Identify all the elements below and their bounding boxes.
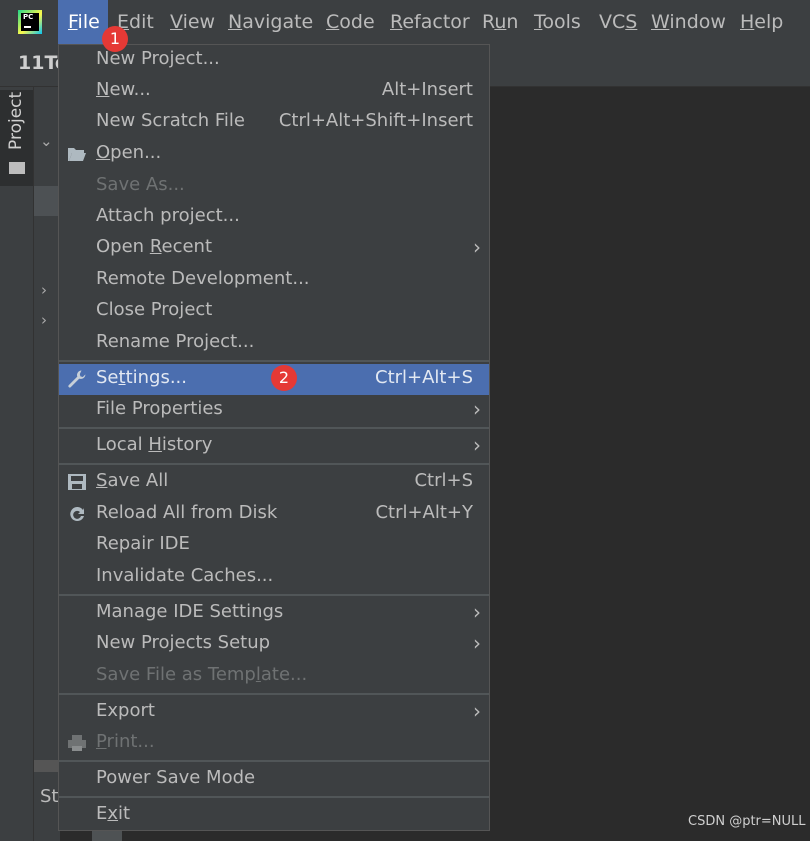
menu-item-local-history[interactable]: Local History › xyxy=(59,431,489,462)
menu-vcs[interactable]: VCS xyxy=(599,0,637,44)
menu-item-rename-project[interactable]: Rename Project... xyxy=(59,328,489,359)
pycharm-logo-icon: PC xyxy=(18,10,42,34)
printer-icon xyxy=(68,735,86,751)
chevron-right-icon: › xyxy=(473,433,481,457)
chevron-right-icon: › xyxy=(473,631,481,655)
menu-separator xyxy=(59,693,489,695)
left-tool-window-strip xyxy=(0,87,34,841)
selected-tree-row[interactable] xyxy=(34,186,60,216)
menu-separator xyxy=(59,760,489,762)
menu-item-new-scratch-file[interactable]: New Scratch File Ctrl+Alt+Shift+Insert xyxy=(59,107,489,138)
shortcut-label: Ctrl+S xyxy=(414,470,473,491)
menu-item-new[interactable]: New... Alt+Insert xyxy=(59,76,489,107)
menu-item-manage-ide-settings[interactable]: Manage IDE Settings › xyxy=(59,598,489,629)
menu-item-repair-ide[interactable]: Repair IDE xyxy=(59,530,489,561)
logo-text: PC xyxy=(23,13,34,21)
horizontal-scrollbar[interactable] xyxy=(34,760,60,772)
menu-item-new-projects-setup[interactable]: New Projects Setup › xyxy=(59,629,489,660)
menu-run[interactable]: Run xyxy=(482,0,518,44)
menu-item-export[interactable]: Export › xyxy=(59,697,489,728)
chevron-right-icon[interactable]: › xyxy=(41,311,47,329)
chevron-right-icon: › xyxy=(473,397,481,421)
menu-tools[interactable]: Tools xyxy=(534,0,581,44)
menu-item-file-properties[interactable]: File Properties › xyxy=(59,395,489,426)
menu-item-save-all[interactable]: Save All Ctrl+S xyxy=(59,467,489,498)
chevron-right-icon[interactable]: › xyxy=(41,281,47,299)
menu-item-new-project[interactable]: New Project... xyxy=(59,45,489,76)
menu-navigate[interactable]: Navigate xyxy=(228,0,313,44)
step-badge-2: 2 xyxy=(271,365,297,391)
menu-separator xyxy=(59,360,489,362)
editor-area[interactable] xyxy=(491,87,810,841)
watermark: CSDN @ptr=NULL xyxy=(688,814,806,829)
structure-panel-label: St xyxy=(40,786,59,807)
menu-file[interactable]: File xyxy=(58,0,108,44)
menu-separator xyxy=(59,796,489,798)
menu-code[interactable]: Code xyxy=(326,0,375,44)
step-badge-1: 1 xyxy=(102,26,128,52)
shortcut-label: Alt+Insert xyxy=(381,79,473,100)
menu-separator xyxy=(59,463,489,465)
shortcut-label: Ctrl+Alt+Shift+Insert xyxy=(278,110,473,131)
chevron-down-icon[interactable]: ⌄ xyxy=(40,132,53,150)
chevron-right-icon: › xyxy=(473,699,481,723)
wrench-icon xyxy=(68,370,86,388)
menu-item-remote-development[interactable]: Remote Development... xyxy=(59,265,489,296)
refresh-icon xyxy=(70,507,84,522)
chevron-right-icon: › xyxy=(473,235,481,259)
menu-item-open-recent[interactable]: Open Recent › xyxy=(59,233,489,264)
save-icon xyxy=(68,474,86,490)
folder-open-icon xyxy=(68,148,86,161)
menu-item-open[interactable]: Open... xyxy=(59,139,489,170)
menu-window[interactable]: Window xyxy=(651,0,726,44)
menu-view[interactable]: View xyxy=(170,0,215,44)
menu-item-exit[interactable]: Exit xyxy=(59,800,489,831)
shortcut-label: Ctrl+Alt+S xyxy=(375,367,473,388)
folder-icon xyxy=(9,162,25,174)
menu-item-save-as: Save As... xyxy=(96,174,185,195)
menu-item-close-project[interactable]: Close Project xyxy=(59,296,489,327)
shortcut-label: Ctrl+Alt+Y xyxy=(375,502,473,523)
menu-refactor[interactable]: Refactor xyxy=(390,0,470,44)
chevron-right-icon: › xyxy=(473,600,481,624)
menu-item-invalidate-caches[interactable]: Invalidate Caches... xyxy=(59,562,489,593)
menu-item-print: Print... xyxy=(59,728,489,759)
menu-item-reload-all-from-disk[interactable]: Reload All from Disk Ctrl+Alt+Y xyxy=(59,499,489,530)
menu-separator xyxy=(59,427,489,429)
menu-help[interactable]: Help xyxy=(740,0,783,44)
project-tab-label: Project xyxy=(6,91,26,150)
menu-item-save-file-as-template: Save File as Template... xyxy=(96,664,308,685)
menu-item-attach-project[interactable]: Attach project... xyxy=(59,202,489,233)
menu-item-power-save-mode[interactable]: Power Save Mode xyxy=(59,764,489,795)
file-menu-dropdown: New Project... New... Alt+Insert New Scra… xyxy=(58,44,490,831)
menu-separator xyxy=(59,594,489,596)
